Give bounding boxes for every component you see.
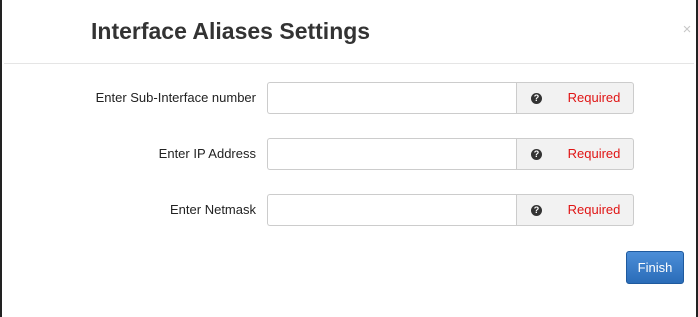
question-circle-icon: ? [531,205,542,216]
netmask-required-badge: Required [555,194,634,226]
netmask-input[interactable] [267,194,516,226]
sub-interface-input[interactable] [267,82,516,114]
netmask-help-button[interactable]: ? [516,194,556,226]
netmask-row: Enter Netmask ? Required [2,194,698,226]
close-icon[interactable]: × [681,22,693,37]
ip-address-label: Enter IP Address [158,146,256,161]
sub-interface-row: Enter Sub-Interface number ? Required [2,82,698,114]
sub-interface-label: Enter Sub-Interface number [95,90,256,105]
finish-button[interactable]: Finish [626,251,684,284]
dialog-frame: Interface Aliases Settings × Enter Sub-I… [0,0,698,317]
ip-address-required-badge: Required [555,138,634,170]
netmask-label: Enter Netmask [170,202,256,217]
sub-interface-required-badge: Required [555,82,634,114]
ip-address-row: Enter IP Address ? Required [2,138,698,170]
dialog-title: Interface Aliases Settings [91,18,371,44]
ip-address-help-button[interactable]: ? [516,138,556,170]
sub-interface-help-button[interactable]: ? [516,82,556,114]
question-circle-icon: ? [531,93,542,104]
header-divider [4,63,694,64]
question-circle-icon: ? [531,149,542,160]
ip-address-input[interactable] [267,138,516,170]
